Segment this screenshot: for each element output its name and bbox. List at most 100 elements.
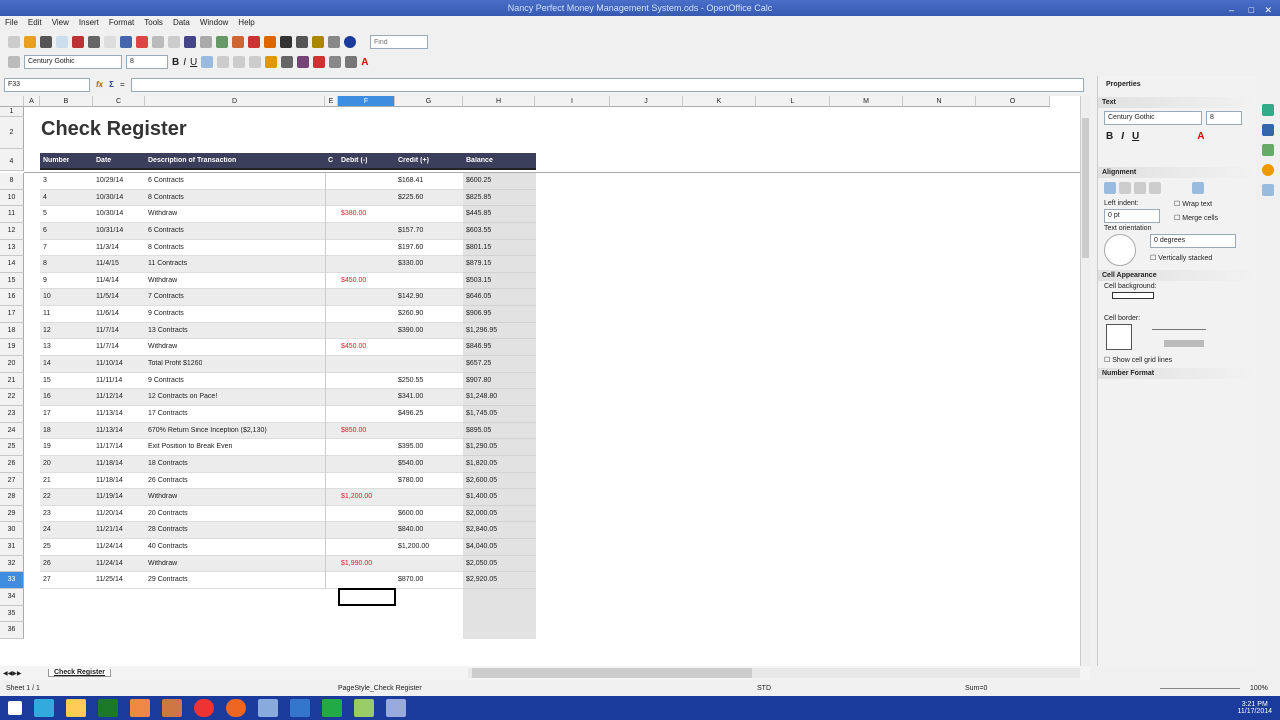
cell-credit[interactable]: $870.00 — [395, 576, 423, 583]
cell-balance[interactable]: $879.15 — [463, 260, 491, 267]
sidebar-font-color-icon[interactable]: A — [1197, 131, 1204, 142]
cell-desc[interactable]: Withdraw — [145, 343, 177, 350]
navigator-icon[interactable] — [296, 36, 308, 48]
cell-balance[interactable]: $657.25 — [463, 360, 491, 367]
sidebar-size-select[interactable]: 8 — [1206, 111, 1242, 125]
italic-button[interactable]: I — [183, 57, 186, 68]
menu-tools[interactable]: Tools — [144, 16, 163, 30]
cell-credit[interactable]: $197.60 — [395, 244, 423, 251]
row-header[interactable]: 29 — [0, 505, 24, 523]
cell-date[interactable]: 11/19/14 — [93, 493, 123, 500]
align-right-icon[interactable] — [233, 56, 246, 68]
cell-desc[interactable]: Total Profit $1260 — [145, 360, 202, 367]
column-header-c[interactable]: C — [93, 96, 145, 107]
column-header-j[interactable]: J — [610, 96, 683, 107]
sidebar-underline-button[interactable]: U — [1132, 131, 1139, 142]
cell-balance[interactable]: $1,296.95 — [463, 327, 497, 334]
cell-debit[interactable]: $380.00 — [338, 210, 366, 217]
font-size-select[interactable]: 8 — [126, 55, 168, 69]
app-icon[interactable] — [162, 699, 182, 717]
cell-num[interactable]: 18 — [40, 427, 51, 434]
styles-icon[interactable] — [8, 56, 20, 68]
cell-num[interactable]: 27 — [40, 576, 51, 583]
spreadsheet-grid[interactable]: ABCDEFGHIJKLMNO 1 2 4 Check Register Num… — [0, 96, 1090, 666]
cell-credit[interactable]: $250.55 — [395, 377, 423, 384]
firefox-icon[interactable] — [226, 699, 246, 717]
row-header[interactable]: 32 — [0, 555, 24, 573]
cell-credit[interactable]: $341.00 — [395, 393, 423, 400]
sum-icon[interactable]: Σ — [109, 80, 114, 89]
open-icon[interactable] — [24, 36, 36, 48]
redo-icon[interactable] — [200, 36, 212, 48]
row-header[interactable]: 30 — [0, 522, 24, 540]
cell-credit[interactable]: $540.00 — [395, 460, 423, 467]
row-header[interactable]: 33 — [0, 572, 24, 589]
cell-balance[interactable]: $600.25 — [463, 177, 491, 184]
menu-data[interactable]: Data — [173, 16, 190, 30]
column-header-g[interactable]: G — [395, 96, 463, 107]
cell-balance[interactable]: $445.85 — [463, 210, 491, 217]
function-icon[interactable]: = — [120, 80, 125, 89]
cell-balance[interactable]: $603.55 — [463, 227, 491, 234]
cell-date[interactable]: 11/13/14 — [93, 410, 123, 417]
cell-date[interactable]: 10/31/14 — [93, 227, 123, 234]
new-icon[interactable] — [8, 36, 20, 48]
cell-credit[interactable]: $780.00 — [395, 477, 423, 484]
cell-balance[interactable]: $846.95 — [463, 343, 491, 350]
status-zoom[interactable]: 100% — [1250, 682, 1268, 695]
row-header[interactable]: 36 — [0, 622, 24, 639]
section-alignment[interactable]: Alignment — [1098, 167, 1256, 178]
cell-balance[interactable]: $2,600.05 — [463, 477, 497, 484]
sidebar-bold-button[interactable]: B — [1106, 131, 1113, 142]
line-color-picker[interactable] — [1164, 340, 1204, 347]
cell-balance[interactable]: $1,820.05 — [463, 460, 497, 467]
cell-balance[interactable]: $2,050.05 — [463, 560, 497, 567]
app-icon[interactable] — [98, 699, 118, 717]
row-header[interactable]: 16 — [0, 289, 24, 307]
name-box[interactable]: F33 — [4, 77, 90, 92]
cell-desc[interactable]: 28 Contracts — [145, 526, 188, 533]
cell-desc[interactable]: 13 Contracts — [145, 327, 188, 334]
cell-date[interactable]: 10/29/14 — [93, 177, 123, 184]
cell-date[interactable]: 11/18/14 — [93, 460, 123, 467]
orientation-select[interactable]: 0 degrees — [1150, 234, 1236, 248]
cell-balance[interactable]: $503.15 — [463, 277, 491, 284]
cell-date[interactable]: 11/13/14 — [93, 427, 123, 434]
column-header-k[interactable]: K — [683, 96, 756, 107]
cell-desc[interactable]: 17 Contracts — [145, 410, 188, 417]
menu-format[interactable]: Format — [109, 16, 134, 30]
currency-icon[interactable] — [265, 56, 278, 68]
cell-desc[interactable]: 29 Contracts — [145, 576, 188, 583]
cell-date[interactable]: 10/30/14 — [93, 210, 123, 217]
row-header[interactable]: 12 — [0, 222, 24, 240]
status-mode[interactable]: STD — [757, 682, 771, 695]
orientation-dial[interactable] — [1104, 234, 1136, 266]
cell-desc[interactable]: 9 Contracts — [145, 310, 184, 317]
cell-date[interactable]: 10/30/14 — [93, 194, 123, 201]
menu-window[interactable]: Window — [200, 16, 228, 30]
underline-button[interactable]: U — [190, 57, 197, 68]
sidebar-justify-icon[interactable] — [1149, 182, 1161, 194]
cell-credit[interactable]: $600.00 — [395, 510, 423, 517]
app-icon[interactable] — [130, 699, 150, 717]
delete-decimal-icon[interactable] — [313, 56, 326, 68]
cell-credit[interactable]: $840.00 — [395, 526, 423, 533]
properties-tab-icon[interactable] — [1262, 104, 1274, 116]
sidebar-align-center-icon[interactable] — [1119, 182, 1131, 194]
cell-desc[interactable]: Exit Position to Break Even — [145, 443, 232, 450]
row-header[interactable]: 17 — [0, 306, 24, 323]
row-header[interactable]: 22 — [0, 389, 24, 406]
cell-desc[interactable]: 40 Contracts — [145, 543, 188, 550]
cell-debit[interactable]: $1,990.00 — [338, 560, 372, 567]
cell-credit[interactable]: $260.90 — [395, 310, 423, 317]
cell-date[interactable]: 11/4/14 — [93, 277, 119, 284]
column-header-f[interactable]: F — [338, 96, 395, 107]
percent-icon[interactable] — [281, 56, 294, 68]
column-header-i[interactable]: I — [535, 96, 610, 107]
cell-date[interactable]: 11/18/14 — [93, 477, 123, 484]
cell-desc[interactable]: 11 Contracts — [145, 260, 187, 267]
cell-num[interactable]: 11 — [40, 310, 50, 317]
font-color-icon[interactable]: A — [361, 57, 368, 68]
vertically-stacked-checkbox[interactable]: ☐ Vertically stacked — [1150, 254, 1236, 262]
gallery-icon[interactable] — [312, 36, 324, 48]
